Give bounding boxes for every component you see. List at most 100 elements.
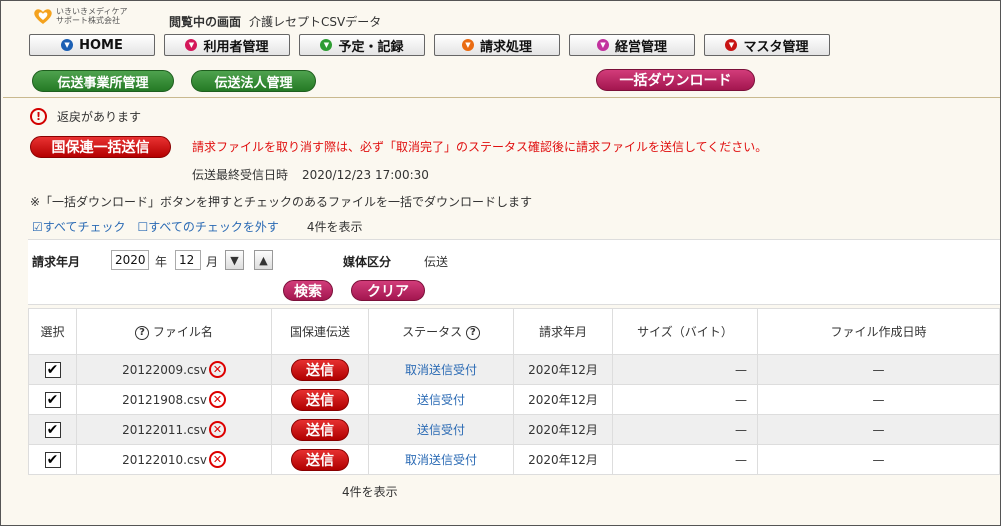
created-cell: — bbox=[757, 414, 1000, 445]
month-cell: 2020年12月 bbox=[513, 444, 613, 475]
row-checkbox[interactable]: ✔ bbox=[44, 421, 61, 438]
row-checkbox[interactable]: ✔ bbox=[44, 361, 61, 378]
month-up-button[interactable]: ▲ bbox=[254, 250, 273, 270]
office-mgmt-button[interactable]: 伝送事業所管理 bbox=[32, 70, 174, 92]
col-month: 請求年月 bbox=[513, 308, 613, 355]
nav-home[interactable]: ▼ HOME bbox=[29, 34, 155, 56]
home-dot-icon: ▼ bbox=[61, 39, 74, 51]
filename-cell: 20122011.csv ✕ bbox=[76, 414, 272, 445]
row-checkbox[interactable]: ✔ bbox=[44, 391, 61, 408]
status-cell: 送信受付 bbox=[368, 384, 514, 415]
col-size: サイズ（バイト） bbox=[612, 308, 758, 355]
status-link[interactable]: 取消送信受付 bbox=[405, 453, 477, 467]
check-all-link[interactable]: ☑すべてチェック bbox=[32, 218, 125, 235]
nav-management[interactable]: ▼ 経営管理 bbox=[569, 34, 695, 56]
last-received-label: 伝送最終受信日時 bbox=[192, 168, 289, 182]
media-label: 媒体区分 bbox=[343, 255, 392, 269]
bulk-send-button[interactable]: 国保連一括送信 bbox=[30, 136, 171, 158]
check-links: ☑すべてチェック ☐すべてのチェックを外す 4件を表示 bbox=[32, 218, 363, 235]
nav-master[interactable]: ▼ マスタ管理 bbox=[704, 34, 830, 56]
select-cell: ✔ bbox=[28, 384, 77, 415]
help-icon[interactable]: ? bbox=[135, 325, 150, 340]
status-cell: 取消送信受付 bbox=[368, 354, 514, 385]
delete-icon[interactable]: ✕ bbox=[208, 361, 226, 378]
delete-icon[interactable]: ✕ bbox=[208, 451, 226, 468]
nav-billing[interactable]: ▼ 請求処理 bbox=[434, 34, 560, 56]
cancel-notice: 請求ファイルを取り消す際は、必ず「取消完了」のステータス確認後に請求ファイルを送… bbox=[192, 140, 768, 154]
status-link[interactable]: 送信受付 bbox=[417, 423, 465, 437]
month-input[interactable] bbox=[175, 250, 201, 270]
col-filename: ? ファイル名 bbox=[76, 308, 272, 355]
divider bbox=[3, 97, 1000, 98]
clear-button[interactable]: クリア bbox=[351, 280, 425, 301]
col-status: ステータス ? bbox=[368, 308, 514, 355]
status-link[interactable]: 送信受付 bbox=[417, 393, 465, 407]
search-button[interactable]: 検索 bbox=[283, 280, 333, 301]
viewing-label: 閲覧中の画面 bbox=[169, 15, 242, 29]
col-created: ファイル作成日時 bbox=[757, 308, 1000, 355]
logo-line2: サポート株式会社 bbox=[56, 16, 120, 25]
send-button[interactable]: 送信 bbox=[291, 388, 349, 411]
select-cell: ✔ bbox=[28, 414, 77, 445]
send-button[interactable]: 送信 bbox=[291, 358, 349, 381]
status-cell: 取消送信受付 bbox=[368, 444, 514, 475]
help-icon[interactable]: ? bbox=[465, 325, 480, 340]
search-panel: 請求年月 年 月 ▼ ▲ 媒体区分 伝送 検索 クリア bbox=[28, 239, 1000, 305]
table-row: ✔ 20121908.csv ✕ 送信 送信受付 2020年12月 — — bbox=[28, 384, 1000, 415]
size-cell: — bbox=[612, 414, 758, 445]
result-count-bottom: 4件を表示 bbox=[342, 485, 398, 499]
viewing-value: 介護レセプトCSVデータ bbox=[249, 15, 382, 29]
delete-icon[interactable]: ✕ bbox=[208, 421, 226, 438]
nav-schedule[interactable]: ▼ 予定・記録 bbox=[299, 34, 425, 56]
send-cell: 送信 bbox=[271, 444, 369, 475]
send-cell: 送信 bbox=[271, 354, 369, 385]
app-window: いきいきメディケア サポート株式会社 閲覧中の画面 介護レセプトCSVデータ ▼ … bbox=[0, 0, 1001, 526]
table-row: ✔ 20122009.csv ✕ 送信 取消送信受付 2020年12月 — — bbox=[28, 354, 1000, 385]
size-cell: — bbox=[612, 384, 758, 415]
table-row: ✔ 20122011.csv ✕ 送信 送信受付 2020年12月 — — bbox=[28, 414, 1000, 445]
users-dot-icon: ▼ bbox=[185, 39, 198, 51]
main-nav: ▼ HOME ▼ 利用者管理 ▼ 予定・記録 ▼ 請求処理 ▼ 経営管理 ▼ マ… bbox=[29, 34, 839, 56]
corp-mgmt-button[interactable]: 伝送法人管理 bbox=[191, 70, 316, 92]
delete-icon[interactable]: ✕ bbox=[208, 391, 226, 408]
month-down-button[interactable]: ▼ bbox=[225, 250, 244, 270]
send-button[interactable]: 送信 bbox=[291, 448, 349, 471]
result-count-top: 4件を表示 bbox=[306, 220, 363, 234]
month-cell: 2020年12月 bbox=[513, 354, 613, 385]
year-input[interactable] bbox=[111, 250, 149, 270]
col-send: 国保連伝送 bbox=[271, 308, 369, 355]
nav-schedule-label: 予定・記録 bbox=[338, 39, 404, 55]
send-button[interactable]: 送信 bbox=[291, 418, 349, 441]
col-filename-label: ファイル名 bbox=[152, 325, 213, 339]
uncheck-all-link[interactable]: ☐すべてのチェックを外す bbox=[137, 218, 278, 235]
col-status-label: ステータス bbox=[402, 325, 463, 339]
filename-cell: 20122010.csv ✕ bbox=[76, 444, 272, 475]
bulk-download-button[interactable]: 一括ダウンロード bbox=[596, 69, 755, 91]
status-cell: 送信受付 bbox=[368, 414, 514, 445]
select-cell: ✔ bbox=[28, 444, 77, 475]
logo-line1: いきいきメディケア bbox=[56, 7, 128, 16]
row-checkbox[interactable]: ✔ bbox=[44, 451, 61, 468]
logo-text: いきいきメディケア サポート株式会社 bbox=[56, 7, 127, 25]
select-cell: ✔ bbox=[28, 354, 77, 385]
last-received: 伝送最終受信日時 2020/12/23 17:00:30 bbox=[192, 166, 429, 183]
file-table: 選択 ? ファイル名 国保連伝送 ステータス ? 請求年月 サイズ（バイト） フ… bbox=[28, 308, 1000, 475]
company-logo: いきいきメディケア サポート株式会社 bbox=[33, 7, 127, 25]
last-received-value: 2020/12/23 17:00:30 bbox=[302, 168, 429, 182]
nav-billing-label: 請求処理 bbox=[479, 39, 532, 55]
created-cell: — bbox=[757, 444, 1000, 475]
table-header-row: 選択 ? ファイル名 国保連伝送 ステータス ? 請求年月 サイズ（バイト） フ… bbox=[28, 308, 1000, 355]
size-cell: — bbox=[612, 354, 758, 385]
management-dot-icon: ▼ bbox=[596, 39, 609, 51]
nav-users[interactable]: ▼ 利用者管理 bbox=[164, 34, 290, 56]
month-cell: 2020年12月 bbox=[513, 384, 613, 415]
schedule-dot-icon: ▼ bbox=[320, 39, 333, 51]
nav-master-label: マスタ管理 bbox=[743, 39, 809, 55]
nav-management-label: 経営管理 bbox=[614, 39, 667, 55]
filename: 20122009.csv bbox=[122, 362, 207, 377]
billing-month-label: 請求年月 bbox=[32, 255, 81, 269]
master-dot-icon: ▼ bbox=[725, 39, 738, 51]
filename: 20122011.csv bbox=[122, 422, 207, 437]
year-unit: 年 bbox=[155, 255, 168, 269]
status-link[interactable]: 取消送信受付 bbox=[405, 363, 477, 377]
